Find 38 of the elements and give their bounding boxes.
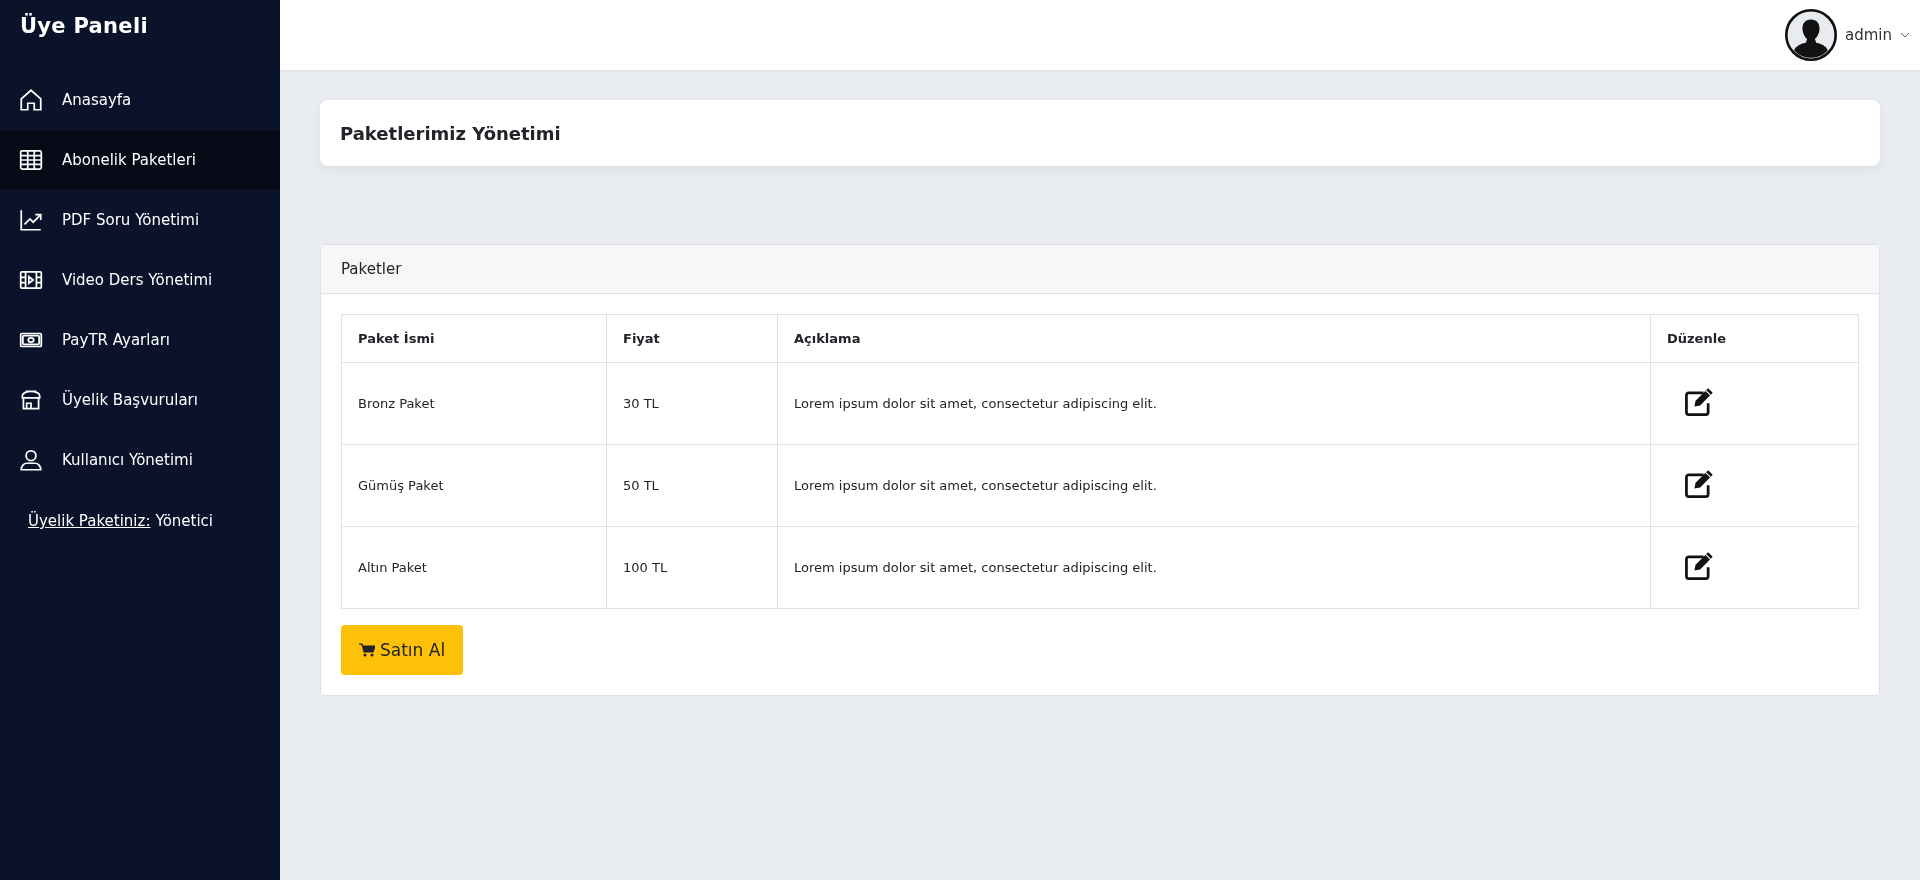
table-cell: Lorem ipsum dolor sit amet, consectetur adipiscing elit. (777, 362, 1651, 445)
edit-icon[interactable] (1683, 387, 1715, 417)
table-cell: Altın Paket (341, 526, 607, 609)
edit-icon[interactable] (1683, 551, 1715, 581)
table-cell: 50 TL (606, 444, 778, 527)
sidebar-item[interactable]: Kullanıcı Yönetimi (0, 430, 280, 490)
chart-icon (18, 207, 44, 233)
membership-link[interactable]: Üyelik Paketiniz: (28, 512, 151, 530)
sidebar-item[interactable]: Anasayfa (0, 70, 280, 130)
sidebar-title: Üye Paneli (19, 12, 149, 40)
table-cell: Bronz Paket (341, 362, 607, 445)
buy-button[interactable]: Satın Al (341, 625, 464, 675)
sidebar-item[interactable]: PayTR Ayarları (0, 310, 280, 370)
column-header: Fiyat (606, 314, 778, 363)
column-header: Düzenle (1650, 314, 1859, 363)
table-icon (18, 147, 44, 173)
user-icon (18, 447, 44, 473)
card-title: Paketler (341, 260, 402, 278)
shop-icon (18, 387, 44, 413)
table-cell: Lorem ipsum dolor sit amet, consectetur adipiscing elit. (777, 444, 1651, 527)
caret-icon (1900, 32, 1910, 38)
edit-icon[interactable] (1683, 469, 1715, 499)
table-cell: Lorem ipsum dolor sit amet, consectetur adipiscing elit. (777, 526, 1651, 609)
column-header: Paket İsmi (341, 314, 607, 363)
home-icon (18, 87, 44, 113)
page-title: Paketlerimiz Yönetimi (340, 122, 561, 144)
cart-icon (359, 643, 375, 657)
table-cell: Gümüş Paket (341, 444, 607, 527)
avatar-icon (1785, 9, 1837, 61)
table-cell: 30 TL (606, 362, 778, 445)
sidebar-item[interactable]: Video Ders Yönetimi (0, 250, 280, 310)
user-menu[interactable]: admin (1785, 9, 1910, 61)
column-header: Açıklama (777, 314, 1651, 363)
sidebar-item[interactable]: Üyelik Başvuruları (0, 370, 280, 430)
sidebar-item[interactable]: PDF Soru Yönetimi (0, 190, 280, 250)
table-cell: 100 TL (606, 526, 778, 609)
membership-value: Yönetici (155, 512, 213, 530)
sidebar-item[interactable]: Abonelik Paketleri (0, 130, 280, 190)
